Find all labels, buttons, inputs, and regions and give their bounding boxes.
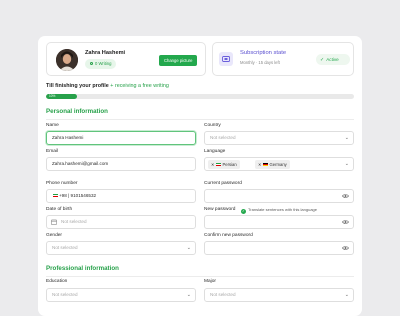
country-select[interactable]: Not selected ⌄ [204,131,354,145]
subscription-icon [219,52,233,66]
chevron-down-icon: ⌄ [344,292,349,298]
writing-count-badge: 0 Writing [85,59,117,69]
section-divider [46,276,354,277]
gender-label: Gender [46,233,62,238]
change-picture-button[interactable]: Change picture [159,55,198,66]
chevron-down-icon: ⌄ [344,135,349,141]
subscription-status-badge: ✓ Active [316,54,350,65]
major-label: Major [204,279,216,284]
progress-title-reward: + receiving a free writing [110,83,169,89]
confirm-password-input[interactable] [204,241,354,255]
name-input[interactable]: Zahra Hashemi [46,131,196,145]
new-password-label: New password [204,207,236,212]
progress-title: Till finishing your profile + receiving … [46,83,169,89]
phone-label: Phone number [46,181,78,186]
germany-flag-icon [263,162,269,166]
gender-placeholder: Not selected [52,245,78,250]
confirm-password-label: Confirm new password [204,233,253,238]
new-password-input[interactable] [204,215,354,229]
profile-summary-card: Zahra Hashemi 0 Writing Change picture [46,42,206,76]
progress-percent: 10% [49,94,56,98]
translate-checkbox[interactable]: ✓ Translate sentences with this language [241,207,317,214]
name-value: Zahra Hashemi [52,135,84,140]
dob-picker[interactable]: Not selected [46,215,196,229]
close-icon[interactable]: ✕ [258,162,262,167]
country-placeholder: Not selected [210,135,236,140]
section-divider [46,119,354,120]
language-label: Language [204,149,226,154]
calendar-icon [51,219,57,225]
email-label: Email [46,149,58,154]
email-value: Zahra.hashemi@gmail.com [52,161,109,166]
education-placeholder: Not selected [52,292,78,297]
eye-icon[interactable] [342,193,349,199]
language-multiselect[interactable]: ✕ Persian ✕ Germany ⌄ [204,157,354,171]
profile-progress-bar [46,94,354,99]
education-label: Education [46,279,68,284]
professional-section-title: Professional information [46,265,119,272]
eye-icon[interactable] [342,219,349,225]
language-tag-label: Germany [269,162,287,167]
avatar[interactable] [56,49,78,71]
language-tag-persian[interactable]: ✕ Persian [208,160,240,169]
subscription-detail: Monthly · 15 days left [240,60,280,65]
language-tag-germany[interactable]: ✕ Germany [255,160,290,169]
profile-settings-card: Zahra Hashemi 0 Writing Change picture S… [38,36,362,316]
eye-icon[interactable] [342,245,349,251]
iran-flag-icon [52,193,58,197]
close-icon[interactable]: ✕ [211,162,215,167]
gender-select[interactable]: Not selected ⌄ [46,241,196,255]
major-placeholder: Not selected [210,292,236,297]
dob-label: Date of birth [46,207,73,212]
current-password-label: Current password [204,181,242,186]
subscription-card: Subscription state Monthly · 15 days lef… [212,42,354,76]
name-label: Name [46,123,59,128]
dob-placeholder: Not selected [61,219,87,224]
phone-input[interactable]: +98 | 9101546532 [46,189,196,203]
writing-dot-icon [90,61,93,65]
subscription-status-label: Active [326,57,339,62]
check-icon: ✓ [241,209,246,214]
current-password-input[interactable] [204,189,354,203]
chevron-down-icon: ⌄ [344,161,349,167]
check-icon: ✓ [320,57,325,63]
iran-flag-icon [216,162,222,166]
top-row: Zahra Hashemi 0 Writing Change picture S… [46,42,354,76]
translate-checkbox-label: Translate sentences with this language [248,207,318,212]
chevron-down-icon: ⌄ [186,292,191,298]
chevron-down-icon: ⌄ [186,245,191,251]
subscription-title: Subscription state [240,50,287,56]
progress-title-main: Till finishing your profile [46,83,109,89]
email-input[interactable]: Zahra.hashemi@gmail.com [46,157,196,171]
country-label: Country [204,123,221,128]
phone-value: +98 | 9101546532 [59,193,97,198]
profile-name: Zahra Hashemi [85,50,126,56]
writing-count-label: 0 Writing [95,61,112,66]
personal-section-title: Personal information [46,108,108,115]
language-tag-label: Persian [222,162,237,167]
